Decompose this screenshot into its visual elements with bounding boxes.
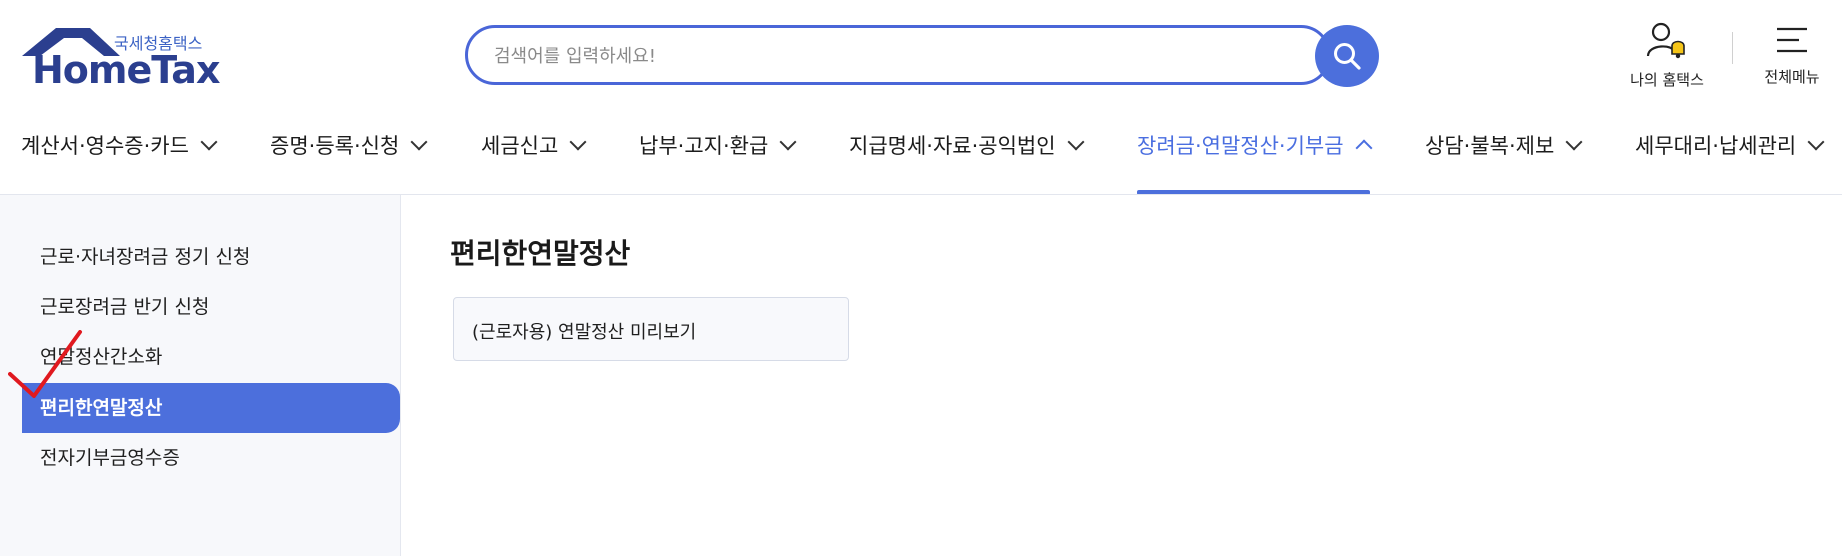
- nav-item-label: 지급명세·자료·공익법인: [849, 134, 1056, 158]
- chevron-down-icon: [1067, 133, 1085, 151]
- nav-item-label: 장려금·연말정산·기부금: [1137, 134, 1344, 158]
- nav-item-payment[interactable]: 납부·고지·환급: [639, 130, 797, 180]
- my-hometax-label: 나의 홈택스: [1630, 71, 1704, 89]
- chevron-down-icon: [569, 133, 587, 151]
- search-box: [465, 25, 1331, 85]
- chevron-down-icon: [779, 133, 797, 151]
- all-menu-button[interactable]: 전체메뉴: [1752, 22, 1832, 92]
- hometax-logo[interactable]: 국세청홈택스 HomeTax: [20, 26, 220, 92]
- red-checkmark-icon: [8, 330, 82, 398]
- nav-item-consultation[interactable]: 상담·불복·제보: [1425, 130, 1583, 180]
- main-nav: 계산서·영수증·카드 증명·등록·신청 세금신고 납부·고지·환급 지급명세·자…: [0, 118, 1842, 194]
- search-input[interactable]: [492, 40, 1256, 72]
- nav-item-certificates[interactable]: 증명·등록·신청: [270, 130, 428, 180]
- sidebar-item-e-donation-receipt[interactable]: 전자기부금영수증: [22, 433, 400, 483]
- sidebar-item-label: 근로·자녀장려금 정기 신청: [40, 246, 251, 268]
- sidebar-item-incentive-regular[interactable]: 근로·자녀장려금 정기 신청: [22, 232, 400, 282]
- my-hometax-button[interactable]: 나의 홈택스: [1612, 22, 1722, 92]
- nav-item-tax-filing[interactable]: 세금신고: [481, 130, 587, 180]
- nav-item-label: 납부·고지·환급: [639, 134, 769, 158]
- chevron-down-icon: [200, 133, 218, 151]
- nav-item-payment-statements[interactable]: 지급명세·자료·공익법인: [849, 130, 1085, 180]
- nav-item-label: 상담·불복·제보: [1425, 134, 1555, 158]
- sidebar-item-label: 전자기부금영수증: [40, 447, 180, 469]
- page-title: 편리한연말정산: [450, 237, 631, 270]
- all-menu-label: 전체메뉴: [1764, 68, 1820, 86]
- hamburger-menu-icon: [1777, 27, 1807, 53]
- chevron-down-icon: [1565, 133, 1583, 151]
- nav-item-tax-agent[interactable]: 세무대리·납세관리: [1635, 130, 1825, 180]
- nav-item-incentives-year-end[interactable]: 장려금·연말정산·기부금: [1137, 130, 1373, 180]
- card-label: (근로자용) 연말정산 미리보기: [472, 322, 697, 343]
- header-divider: [1732, 32, 1733, 64]
- chevron-up-icon: [1355, 139, 1373, 157]
- nav-item-label: 증명·등록·신청: [270, 134, 400, 158]
- user-bell-icon: [1646, 22, 1685, 59]
- search-icon: [1334, 43, 1361, 70]
- chevron-down-icon: [410, 133, 428, 151]
- nav-item-invoices[interactable]: 계산서·영수증·카드: [21, 130, 218, 180]
- search-button[interactable]: [1315, 25, 1379, 87]
- sidebar-item-label: 근로장려금 반기 신청: [40, 296, 210, 318]
- year-end-preview-card[interactable]: (근로자용) 연말정산 미리보기: [453, 297, 849, 361]
- nav-item-label: 계산서·영수증·카드: [21, 134, 189, 158]
- nav-item-label: 세무대리·납세관리: [1635, 134, 1797, 158]
- sidebar-item-incentive-half[interactable]: 근로장려금 반기 신청: [22, 282, 400, 332]
- logo-english-text: HomeTax: [32, 48, 220, 92]
- chevron-down-icon: [1807, 133, 1825, 151]
- nav-item-label: 세금신고: [481, 134, 559, 158]
